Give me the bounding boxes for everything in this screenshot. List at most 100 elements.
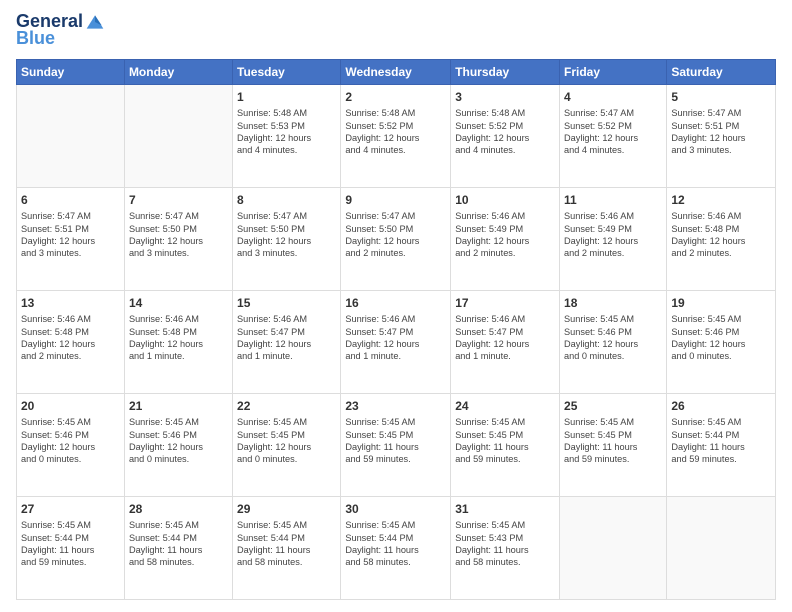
day-number: 23 <box>345 398 446 414</box>
calendar-cell: 7Sunrise: 5:47 AM Sunset: 5:50 PM Daylig… <box>124 188 232 291</box>
calendar-table: SundayMondayTuesdayWednesdayThursdayFrid… <box>16 59 776 600</box>
day-number: 6 <box>21 192 120 208</box>
day-info: Sunrise: 5:45 AM Sunset: 5:46 PM Dayligh… <box>129 416 228 466</box>
day-info: Sunrise: 5:46 AM Sunset: 5:47 PM Dayligh… <box>455 313 555 363</box>
day-info: Sunrise: 5:46 AM Sunset: 5:49 PM Dayligh… <box>455 210 555 260</box>
day-number: 19 <box>671 295 771 311</box>
calendar-cell: 28Sunrise: 5:45 AM Sunset: 5:44 PM Dayli… <box>124 497 232 600</box>
calendar-cell: 15 Sunrise: 5:46 AM Sunset: 5:47 PM Dayli… <box>233 291 341 394</box>
day-info: Sunrise: 5:45 AM Sunset: 5:44 PM Dayligh… <box>671 416 771 466</box>
calendar-cell: 4 Sunrise: 5:47 AM Sunset: 5:52 PM Daylig… <box>560 85 667 188</box>
calendar-week-row: 6 Sunrise: 5:47 AM Sunset: 5:51 PM Daylig… <box>17 188 776 291</box>
day-info: Sunrise: 5:45 AM Sunset: 5:44 PM Dayligh… <box>237 519 336 569</box>
day-number: 25 <box>564 398 662 414</box>
day-number: 31 <box>455 501 555 517</box>
day-number: 9 <box>345 192 446 208</box>
calendar-cell: 31 Sunrise: 5:45 AM Sunset: 5:43 PM Dayli… <box>451 497 560 600</box>
calendar-cell: 27 Sunrise: 5:45 AM Sunset: 5:44 PM Dayli… <box>17 497 125 600</box>
weekday-header: Monday <box>124 60 232 85</box>
weekday-header: Saturday <box>667 60 776 85</box>
calendar-cell: 12Sunrise: 5:46 AM Sunset: 5:48 PM Dayli… <box>667 188 776 291</box>
calendar-cell: 21 Sunrise: 5:45 AM Sunset: 5:46 PM Dayli… <box>124 394 232 497</box>
calendar-cell: 6 Sunrise: 5:47 AM Sunset: 5:51 PM Daylig… <box>17 188 125 291</box>
calendar-cell: 11 Sunrise: 5:46 AM Sunset: 5:49 PM Dayli… <box>560 188 667 291</box>
weekday-header: Sunday <box>17 60 125 85</box>
logo: General Blue <box>16 12 105 49</box>
calendar-cell: 5Sunrise: 5:47 AM Sunset: 5:51 PM Daylig… <box>667 85 776 188</box>
weekday-header: Wednesday <box>341 60 451 85</box>
day-number: 10 <box>455 192 555 208</box>
calendar-cell: 24 Sunrise: 5:45 AM Sunset: 5:45 PM Dayli… <box>451 394 560 497</box>
day-info: Sunrise: 5:45 AM Sunset: 5:43 PM Dayligh… <box>455 519 555 569</box>
day-number: 29 <box>237 501 336 517</box>
calendar-header-row: SundayMondayTuesdayWednesdayThursdayFrid… <box>17 60 776 85</box>
calendar-cell: 22Sunrise: 5:45 AM Sunset: 5:45 PM Dayli… <box>233 394 341 497</box>
day-number: 21 <box>129 398 228 414</box>
day-number: 14 <box>129 295 228 311</box>
calendar-week-row: 13Sunrise: 5:46 AM Sunset: 5:48 PM Dayli… <box>17 291 776 394</box>
day-info: Sunrise: 5:45 AM Sunset: 5:46 PM Dayligh… <box>671 313 771 363</box>
day-info: Sunrise: 5:47 AM Sunset: 5:50 PM Dayligh… <box>129 210 228 260</box>
day-info: Sunrise: 5:47 AM Sunset: 5:50 PM Dayligh… <box>345 210 446 260</box>
day-info: Sunrise: 5:45 AM Sunset: 5:45 PM Dayligh… <box>564 416 662 466</box>
day-info: Sunrise: 5:46 AM Sunset: 5:48 PM Dayligh… <box>671 210 771 260</box>
day-info: Sunrise: 5:48 AM Sunset: 5:52 PM Dayligh… <box>455 107 555 157</box>
calendar-cell: 17 Sunrise: 5:46 AM Sunset: 5:47 PM Dayli… <box>451 291 560 394</box>
day-info: Sunrise: 5:46 AM Sunset: 5:49 PM Dayligh… <box>564 210 662 260</box>
day-info: Sunrise: 5:46 AM Sunset: 5:48 PM Dayligh… <box>129 313 228 363</box>
calendar-cell: 3 Sunrise: 5:48 AM Sunset: 5:52 PM Daylig… <box>451 85 560 188</box>
calendar-week-row: 20 Sunrise: 5:45 AM Sunset: 5:46 PM Dayli… <box>17 394 776 497</box>
weekday-header: Tuesday <box>233 60 341 85</box>
calendar-cell: 10 Sunrise: 5:46 AM Sunset: 5:49 PM Dayli… <box>451 188 560 291</box>
day-number: 8 <box>237 192 336 208</box>
calendar-cell: 2Sunrise: 5:48 AM Sunset: 5:52 PM Daylig… <box>341 85 451 188</box>
calendar-cell: 14 Sunrise: 5:46 AM Sunset: 5:48 PM Dayli… <box>124 291 232 394</box>
calendar-cell: 19 Sunrise: 5:45 AM Sunset: 5:46 PM Dayli… <box>667 291 776 394</box>
day-number: 17 <box>455 295 555 311</box>
calendar-cell <box>124 85 232 188</box>
day-info: Sunrise: 5:48 AM Sunset: 5:52 PM Dayligh… <box>345 107 446 157</box>
day-info: Sunrise: 5:46 AM Sunset: 5:47 PM Dayligh… <box>237 313 336 363</box>
calendar-cell: 9 Sunrise: 5:47 AM Sunset: 5:50 PM Daylig… <box>341 188 451 291</box>
day-info: Sunrise: 5:45 AM Sunset: 5:44 PM Dayligh… <box>21 519 120 569</box>
day-number: 22 <box>237 398 336 414</box>
day-info: Sunrise: 5:45 AM Sunset: 5:44 PM Dayligh… <box>345 519 446 569</box>
day-number: 26 <box>671 398 771 414</box>
day-info: Sunrise: 5:45 AM Sunset: 5:46 PM Dayligh… <box>564 313 662 363</box>
calendar-cell: 23 Sunrise: 5:45 AM Sunset: 5:45 PM Dayli… <box>341 394 451 497</box>
day-number: 20 <box>21 398 120 414</box>
weekday-header: Friday <box>560 60 667 85</box>
calendar-cell: 30 Sunrise: 5:45 AM Sunset: 5:44 PM Dayli… <box>341 497 451 600</box>
day-info: Sunrise: 5:47 AM Sunset: 5:52 PM Dayligh… <box>564 107 662 157</box>
day-info: Sunrise: 5:45 AM Sunset: 5:45 PM Dayligh… <box>345 416 446 466</box>
day-info: Sunrise: 5:47 AM Sunset: 5:51 PM Dayligh… <box>21 210 120 260</box>
day-number: 27 <box>21 501 120 517</box>
calendar-cell: 26 Sunrise: 5:45 AM Sunset: 5:44 PM Dayli… <box>667 394 776 497</box>
day-number: 5 <box>671 89 771 105</box>
page-header: General Blue <box>16 12 776 49</box>
day-number: 1 <box>237 89 336 105</box>
calendar-cell <box>667 497 776 600</box>
day-number: 18 <box>564 295 662 311</box>
calendar-cell: 29 Sunrise: 5:45 AM Sunset: 5:44 PM Dayli… <box>233 497 341 600</box>
day-info: Sunrise: 5:45 AM Sunset: 5:45 PM Dayligh… <box>455 416 555 466</box>
day-info: Sunrise: 5:46 AM Sunset: 5:48 PM Dayligh… <box>21 313 120 363</box>
day-number: 3 <box>455 89 555 105</box>
day-info: Sunrise: 5:47 AM Sunset: 5:50 PM Dayligh… <box>237 210 336 260</box>
calendar-cell <box>17 85 125 188</box>
calendar-cell: 1Sunrise: 5:48 AM Sunset: 5:53 PM Daylig… <box>233 85 341 188</box>
day-number: 4 <box>564 89 662 105</box>
day-info: Sunrise: 5:46 AM Sunset: 5:47 PM Dayligh… <box>345 313 446 363</box>
calendar-cell: 18 Sunrise: 5:45 AM Sunset: 5:46 PM Dayli… <box>560 291 667 394</box>
calendar-cell: 25 Sunrise: 5:45 AM Sunset: 5:45 PM Dayli… <box>560 394 667 497</box>
day-number: 30 <box>345 501 446 517</box>
day-number: 11 <box>564 192 662 208</box>
day-number: 15 <box>237 295 336 311</box>
calendar-week-row: 1Sunrise: 5:48 AM Sunset: 5:53 PM Daylig… <box>17 85 776 188</box>
calendar-cell: 8 Sunrise: 5:47 AM Sunset: 5:50 PM Daylig… <box>233 188 341 291</box>
day-info: Sunrise: 5:45 AM Sunset: 5:44 PM Dayligh… <box>129 519 228 569</box>
day-number: 24 <box>455 398 555 414</box>
calendar-cell: 16Sunrise: 5:46 AM Sunset: 5:47 PM Dayli… <box>341 291 451 394</box>
logo-icon <box>85 12 105 32</box>
calendar-week-row: 27 Sunrise: 5:45 AM Sunset: 5:44 PM Dayli… <box>17 497 776 600</box>
